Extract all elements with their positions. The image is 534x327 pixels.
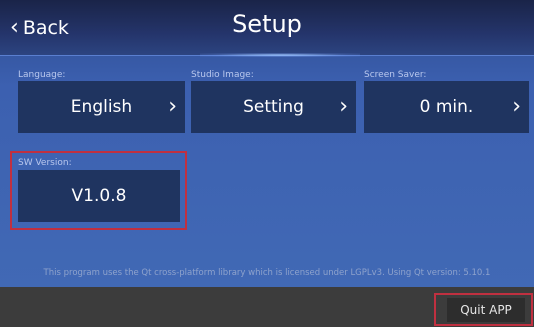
sw-version-value: V1.0.8 bbox=[71, 186, 127, 206]
studio-image-value: Setting bbox=[243, 97, 304, 117]
studio-image-button[interactable]: Setting › bbox=[191, 81, 356, 133]
chevron-right-icon: › bbox=[512, 94, 521, 119]
screen-saver-label: Screen Saver: bbox=[364, 70, 427, 80]
header-bar: ‹ Back Setup bbox=[0, 0, 534, 57]
language-value: English bbox=[70, 97, 133, 117]
page-title: Setup bbox=[232, 10, 302, 38]
chevron-right-icon: › bbox=[168, 94, 177, 119]
sw-version-label: SW Version: bbox=[18, 158, 72, 168]
setup-screen: ‹ Back Setup Language: English › Studio … bbox=[0, 0, 534, 287]
chevron-right-icon: › bbox=[339, 94, 348, 119]
quit-app-button[interactable]: Quit APP bbox=[447, 298, 525, 322]
license-notice: This program uses the Qt cross-platform … bbox=[43, 268, 491, 278]
sw-version-display: V1.0.8 bbox=[18, 170, 180, 222]
language-label: Language: bbox=[18, 70, 66, 80]
screen-saver-value: 0 min. bbox=[419, 97, 474, 117]
studio-image-label: Studio Image: bbox=[191, 70, 254, 80]
language-button[interactable]: English › bbox=[18, 81, 185, 133]
screen-saver-button[interactable]: 0 min. › bbox=[364, 81, 529, 133]
